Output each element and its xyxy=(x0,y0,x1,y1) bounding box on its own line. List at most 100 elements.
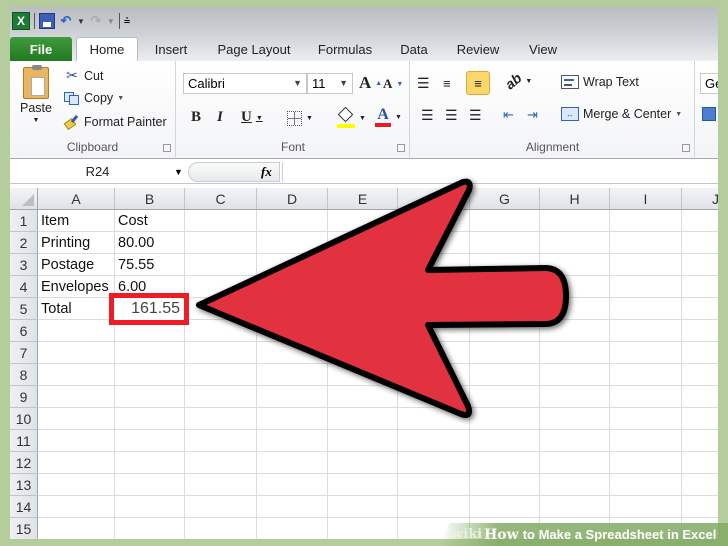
wrap-text-button[interactable]: Wrap Text xyxy=(561,75,639,89)
total-cell-highlight[interactable]: 161.55 xyxy=(109,293,189,325)
cell-d1[interactable] xyxy=(257,210,328,232)
cell-h13[interactable] xyxy=(540,474,610,496)
cell-e6[interactable] xyxy=(328,320,398,342)
row-header-6[interactable]: 6 xyxy=(10,320,38,342)
cell-g10[interactable] xyxy=(470,408,540,430)
cell-c12[interactable] xyxy=(185,452,257,474)
cell-f4[interactable] xyxy=(398,276,470,298)
cell-b1[interactable]: Cost xyxy=(115,210,185,232)
row-header-11[interactable]: 11 xyxy=(10,430,38,452)
cell-a10[interactable] xyxy=(38,408,115,430)
orientation-button[interactable]: ab ▼ xyxy=(502,70,533,93)
cell-j5[interactable] xyxy=(682,298,718,320)
column-header-c[interactable]: C xyxy=(185,188,257,210)
tab-insert[interactable]: Insert xyxy=(142,37,200,61)
cell-c9[interactable] xyxy=(185,386,257,408)
cell-d15[interactable] xyxy=(257,518,328,539)
redo-dropdown-icon[interactable]: ▼ xyxy=(107,12,115,30)
number-format-select[interactable]: Ge xyxy=(700,73,718,94)
tab-review[interactable]: Review xyxy=(450,37,506,61)
cell-c4[interactable] xyxy=(185,276,257,298)
cell-a13[interactable] xyxy=(38,474,115,496)
cell-f6[interactable] xyxy=(398,320,470,342)
cell-f14[interactable] xyxy=(398,496,470,518)
tab-formulas[interactable]: Formulas xyxy=(310,37,380,61)
paste-button[interactable]: Paste ▼ xyxy=(18,65,54,124)
align-bottom-button[interactable]: ≡ xyxy=(466,71,490,95)
cell-b13[interactable] xyxy=(115,474,185,496)
cell-g4[interactable] xyxy=(470,276,540,298)
cell-j13[interactable] xyxy=(682,474,718,496)
cell-a1[interactable]: Item xyxy=(38,210,115,232)
cell-g2[interactable] xyxy=(470,232,540,254)
cell-e2[interactable] xyxy=(328,232,398,254)
cell-j2[interactable] xyxy=(682,232,718,254)
row-header-14[interactable]: 14 xyxy=(10,496,38,518)
name-box[interactable]: R24 xyxy=(10,162,185,182)
cell-h14[interactable] xyxy=(540,496,610,518)
cell-g13[interactable] xyxy=(470,474,540,496)
tab-home[interactable]: Home xyxy=(76,37,138,61)
cell-g12[interactable] xyxy=(470,452,540,474)
cell-a4[interactable]: Envelopes xyxy=(38,276,115,298)
cell-f12[interactable] xyxy=(398,452,470,474)
cell-i3[interactable] xyxy=(610,254,682,276)
font-color-button[interactable]: A ▼ xyxy=(375,106,402,128)
row-header-4[interactable]: 4 xyxy=(10,276,38,298)
shrink-font-button[interactable]: A ▼ xyxy=(383,76,403,92)
cell-g5[interactable] xyxy=(470,298,540,320)
cell-c6[interactable] xyxy=(185,320,257,342)
cell-a7[interactable] xyxy=(38,342,115,364)
cell-a14[interactable] xyxy=(38,496,115,518)
borders-button[interactable]: ▼ xyxy=(287,111,313,126)
cell-d7[interactable] xyxy=(257,342,328,364)
insert-function-icon[interactable]: fx xyxy=(261,164,272,180)
cell-b3[interactable]: 75.55 xyxy=(115,254,185,276)
cell-e14[interactable] xyxy=(328,496,398,518)
cell-g3[interactable] xyxy=(470,254,540,276)
alignment-dialog-launcher[interactable] xyxy=(682,144,690,152)
cell-a9[interactable] xyxy=(38,386,115,408)
cell-e13[interactable] xyxy=(328,474,398,496)
cell-f9[interactable] xyxy=(398,386,470,408)
column-header-i[interactable]: I xyxy=(610,188,682,210)
row-header-7[interactable]: 7 xyxy=(10,342,38,364)
font-dialog-launcher[interactable] xyxy=(397,144,405,152)
align-left-button[interactable]: ☰ xyxy=(421,107,434,124)
cell-f3[interactable] xyxy=(398,254,470,276)
cell-d9[interactable] xyxy=(257,386,328,408)
select-all-button[interactable] xyxy=(10,188,38,210)
cell-d10[interactable] xyxy=(257,408,328,430)
row-header-3[interactable]: 3 xyxy=(10,254,38,276)
row-header-12[interactable]: 12 xyxy=(10,452,38,474)
column-header-e[interactable]: E xyxy=(328,188,398,210)
cell-e7[interactable] xyxy=(328,342,398,364)
cell-i6[interactable] xyxy=(610,320,682,342)
cell-h6[interactable] xyxy=(540,320,610,342)
cell-d5[interactable] xyxy=(257,298,328,320)
merge-center-button[interactable]: ↔ Merge & Center ▼ xyxy=(561,107,682,121)
cell-g14[interactable] xyxy=(470,496,540,518)
cell-e5[interactable] xyxy=(328,298,398,320)
cell-i10[interactable] xyxy=(610,408,682,430)
cell-e15[interactable] xyxy=(328,518,398,539)
cell-d11[interactable] xyxy=(257,430,328,452)
cell-j12[interactable] xyxy=(682,452,718,474)
cell-e4[interactable] xyxy=(328,276,398,298)
cell-h7[interactable] xyxy=(540,342,610,364)
cell-e11[interactable] xyxy=(328,430,398,452)
cell-f11[interactable] xyxy=(398,430,470,452)
cell-e1[interactable] xyxy=(328,210,398,232)
cell-i5[interactable] xyxy=(610,298,682,320)
column-header-d[interactable]: D xyxy=(257,188,328,210)
cell-i11[interactable] xyxy=(610,430,682,452)
copy-button[interactable]: Copy ▼ xyxy=(64,91,124,105)
cell-i7[interactable] xyxy=(610,342,682,364)
cell-h8[interactable] xyxy=(540,364,610,386)
cell-c8[interactable] xyxy=(185,364,257,386)
column-header-g[interactable]: G xyxy=(470,188,540,210)
cell-c13[interactable] xyxy=(185,474,257,496)
align-center-button[interactable]: ☰ xyxy=(445,107,458,124)
cell-a2[interactable]: Printing xyxy=(38,232,115,254)
cell-h11[interactable] xyxy=(540,430,610,452)
